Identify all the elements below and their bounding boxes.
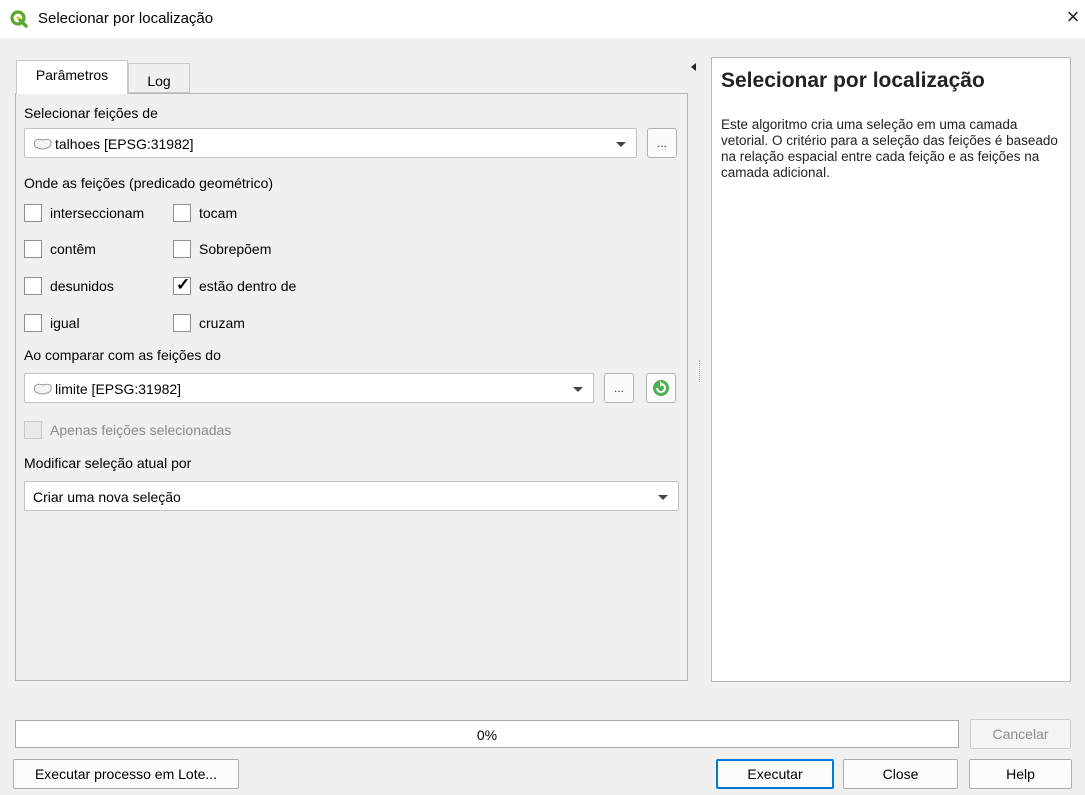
help-panel: Selecionar por localização Este algoritm… <box>711 57 1071 682</box>
chevron-down-icon <box>658 495 668 500</box>
window-title: Selecionar por localização <box>38 10 214 27</box>
polygon-layer-icon <box>33 138 52 150</box>
checkbox-selected-only[interactable] <box>24 421 42 439</box>
title-bar: Selecionar por localização × <box>0 0 1085 38</box>
compare-layer-browse-button[interactable]: ... <box>604 373 634 403</box>
chevron-down-icon <box>573 387 583 392</box>
checkbox-desunidos[interactable] <box>24 277 42 295</box>
iterate-features-button[interactable] <box>646 373 676 403</box>
checkbox-estao-dentro-de[interactable]: ✓ <box>173 275 191 295</box>
checkbox-label-interseccionam: interseccionam <box>50 205 145 221</box>
checkbox-label-igual: igual <box>50 315 80 331</box>
checkbox-igual[interactable] <box>24 314 42 332</box>
select-from-label: Selecionar feições de <box>24 105 158 121</box>
select-from-value: talhoes [EPSG:31982] <box>55 136 194 152</box>
progress-bar: 0% <box>15 720 959 748</box>
checkbox-contem[interactable] <box>24 240 42 258</box>
modify-selection-combo[interactable]: Criar uma nova seleção <box>24 481 679 511</box>
tab-parametros[interactable]: Parâmetros <box>16 60 128 94</box>
parameters-panel: Selecionar feições de talhoes [EPSG:3198… <box>15 93 688 681</box>
checkbox-label-tocam: tocam <box>199 205 238 221</box>
checkbox-cruzam[interactable] <box>173 314 191 332</box>
polygon-layer-icon <box>33 383 52 395</box>
run-button[interactable]: Executar <box>716 759 834 789</box>
close-button[interactable]: Close <box>843 759 958 789</box>
checkbox-label-desunidos: desunidos <box>50 278 114 294</box>
help-description: Este algoritmo cria uma seleção em uma c… <box>721 117 1058 180</box>
help-button[interactable]: Help <box>969 759 1072 789</box>
checkbox-sobrepoem[interactable] <box>173 240 191 258</box>
select-from-browse-button[interactable]: ... <box>647 128 677 158</box>
tab-log[interactable]: Log <box>128 63 190 93</box>
collapse-help-icon[interactable] <box>691 63 696 71</box>
close-window-icon[interactable]: × <box>1062 4 1084 30</box>
batch-process-button[interactable]: Executar processo em Lote... <box>13 759 239 789</box>
progress-text: 0% <box>476 727 498 743</box>
help-title: Selecionar por localização <box>721 69 985 92</box>
checkmark-icon: ✓ <box>176 275 191 294</box>
checkbox-tocam[interactable] <box>173 204 191 222</box>
compare-label: Ao comparar com as feições do <box>24 347 221 363</box>
checkbox-label-selected-only: Apenas feições selecionadas <box>50 422 232 438</box>
select-from-combo[interactable]: talhoes [EPSG:31982] <box>24 128 637 158</box>
checkbox-label-contem: contêm <box>50 241 96 257</box>
chevron-down-icon <box>616 142 626 147</box>
compare-layer-value: limite [EPSG:31982] <box>55 381 182 397</box>
qgis-logo-icon <box>10 10 28 28</box>
checkbox-label-sobrepoem: Sobrepõem <box>199 241 272 257</box>
checkbox-interseccionam[interactable] <box>24 204 42 222</box>
cancel-button[interactable]: Cancelar <box>970 719 1071 749</box>
modify-selection-value: Criar uma nova seleção <box>33 489 181 505</box>
predicate-label: Onde as feições (predicado geométrico) <box>24 175 274 191</box>
modify-selection-label: Modificar seleção atual por <box>24 455 192 471</box>
checkbox-label-estao-dentro-de: estão dentro de <box>199 278 297 294</box>
refresh-icon <box>653 380 669 396</box>
checkbox-label-cruzam: cruzam <box>199 315 245 331</box>
compare-layer-combo[interactable]: limite [EPSG:31982] <box>24 373 594 403</box>
splitter-handle[interactable] <box>699 360 701 382</box>
